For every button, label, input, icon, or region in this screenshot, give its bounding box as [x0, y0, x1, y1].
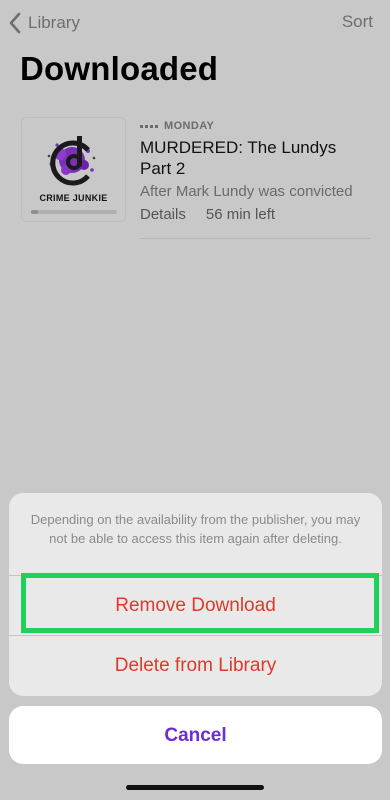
episode-title: MURDERED: The Lundys Part 2 — [140, 138, 337, 178]
artwork-progress-fill — [31, 210, 38, 214]
cancel-button[interactable]: Cancel — [9, 706, 382, 764]
artwork-title: CRIME JUNKIE — [39, 193, 108, 203]
episode-info[interactable]: MONDAY MURDERED: The Lundys Part 2 After… — [140, 118, 375, 223]
details-link[interactable]: Details — [140, 206, 186, 223]
time-left: 56 min left — [205, 206, 276, 223]
screen: Library Sort Downloaded CRIME JUNKIE MON… — [0, 0, 390, 800]
delete-from-library-button[interactable]: Delete from Library — [9, 636, 382, 696]
remove-download-button[interactable]: Remove Download — [9, 576, 382, 634]
crime-junkie-logo-icon — [47, 136, 96, 186]
dots-icon — [140, 124, 158, 128]
chevron-left-icon — [9, 12, 21, 34]
home-indicator[interactable] — [126, 785, 264, 790]
episode-day: MONDAY — [164, 120, 215, 132]
episode-meta: Details 56 min left — [140, 206, 375, 223]
back-button[interactable]: Library — [8, 11, 80, 35]
navigation-bar: Library Sort — [0, 0, 390, 46]
artwork-image: CRIME JUNKIE — [22, 118, 125, 221]
action-sheet-message: Depending on the availability from the p… — [30, 512, 361, 546]
back-label: Library — [28, 13, 80, 32]
sort-button[interactable]: Sort — [342, 12, 373, 32]
episode-date-row: MONDAY — [140, 118, 375, 134]
episode-description: After Mark Lundy was convicted — [140, 183, 353, 200]
artwork-progress-track — [31, 210, 117, 214]
podcast-artwork[interactable]: CRIME JUNKIE — [21, 117, 126, 222]
cancel-sheet: Cancel — [9, 706, 382, 764]
page-title: Downloaded — [20, 50, 219, 87]
row-divider — [140, 238, 370, 239]
action-sheet: Depending on the availability from the p… — [9, 493, 382, 696]
